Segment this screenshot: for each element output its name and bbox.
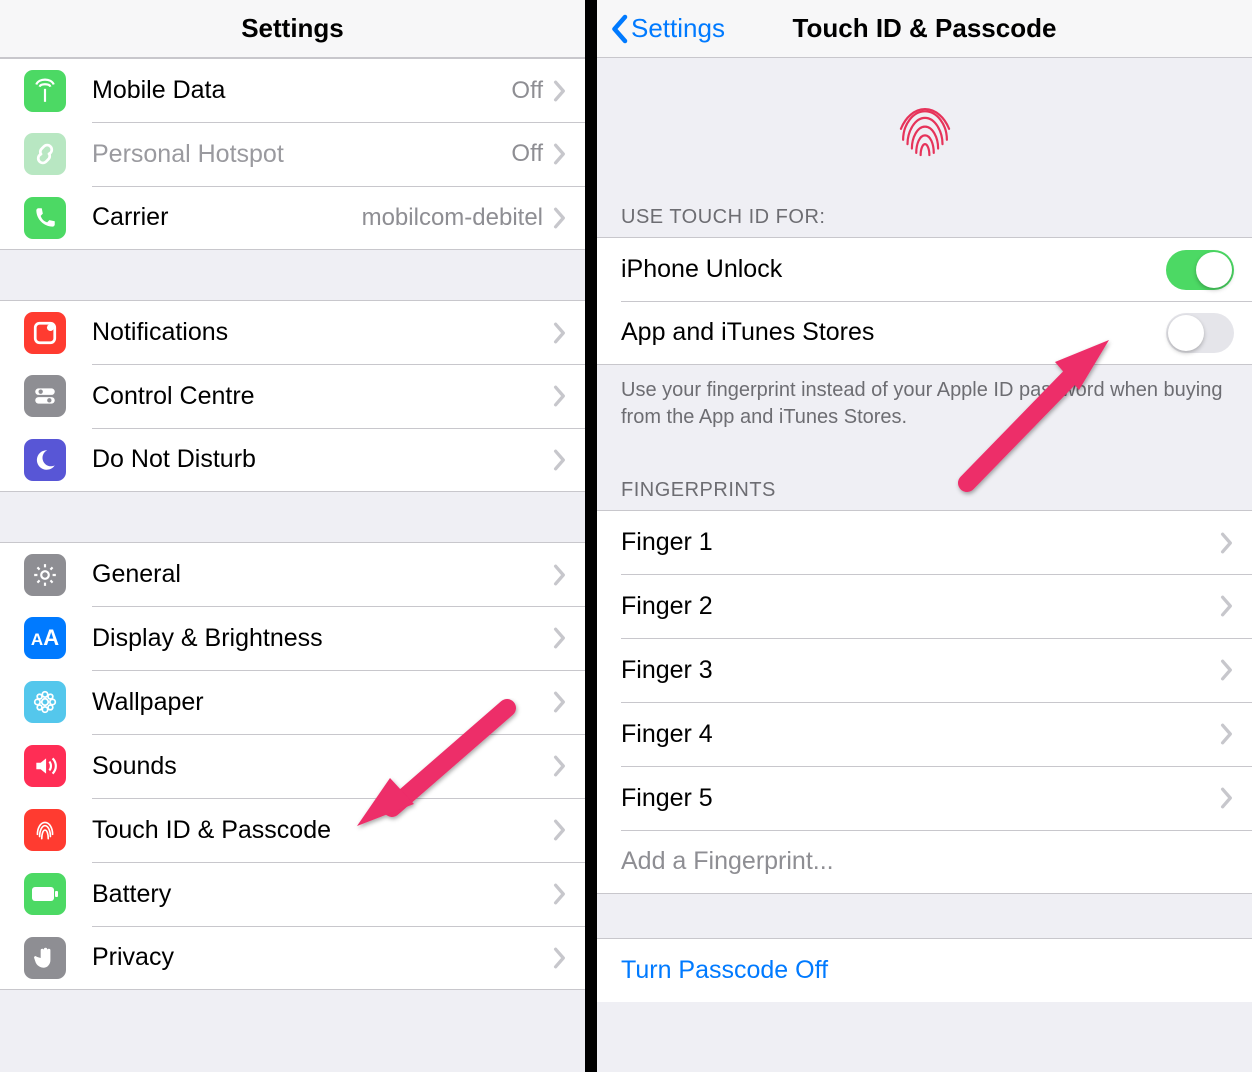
fingerprint-row-finger-2[interactable]: Finger 2 xyxy=(597,574,1252,638)
row-label: Finger 1 xyxy=(621,528,1220,557)
row-label: Do Not Disturb xyxy=(92,445,553,474)
chevron-left-icon xyxy=(609,14,629,44)
aa-icon: AA xyxy=(24,617,66,659)
moon-icon xyxy=(24,439,66,481)
row-label: Display & Brightness xyxy=(92,624,553,653)
row-label: Battery xyxy=(92,880,553,909)
settings-title: Settings xyxy=(241,13,344,44)
hand-icon xyxy=(24,937,66,979)
chain-icon xyxy=(24,133,66,175)
row-label: Mobile Data xyxy=(92,76,511,105)
chevron-right-icon xyxy=(553,443,567,477)
touchid-toggle-row-iphone-unlock: iPhone Unlock xyxy=(597,237,1252,301)
touchid-header: Settings Touch ID & Passcode xyxy=(597,0,1252,58)
add-fingerprint-label: Add a Fingerprint... xyxy=(621,847,1234,876)
fingerprint-row-finger-5[interactable]: Finger 5 xyxy=(597,766,1252,830)
back-label: Settings xyxy=(631,13,725,44)
touchid-panel: Settings Touch ID & Passcode USE TOUCH I… xyxy=(597,0,1252,1072)
chevron-right-icon xyxy=(1220,717,1234,751)
row-label: General xyxy=(92,560,553,589)
chevron-right-icon xyxy=(553,621,567,655)
settings-row-touchid[interactable]: Touch ID & Passcode xyxy=(0,798,585,862)
chevron-right-icon xyxy=(553,137,567,171)
chevron-right-icon xyxy=(553,877,567,911)
use-section-footer: Use your fingerprint instead of your App… xyxy=(597,365,1252,451)
fingerprint-row-finger-4[interactable]: Finger 4 xyxy=(597,702,1252,766)
fingerprint-row-finger-3[interactable]: Finger 3 xyxy=(597,638,1252,702)
panel-divider xyxy=(585,0,597,1072)
row-value: mobilcom-debitel xyxy=(362,204,543,232)
touchid-title: Touch ID & Passcode xyxy=(793,13,1057,44)
battery-icon xyxy=(24,873,66,915)
chevron-right-icon xyxy=(553,558,567,592)
chevron-right-icon xyxy=(553,813,567,847)
gear-icon xyxy=(24,554,66,596)
fingerprint-row-finger-1[interactable]: Finger 1 xyxy=(597,510,1252,574)
settings-row-personal-hotspot[interactable]: Personal HotspotOff xyxy=(0,122,585,186)
use-section: iPhone Unlock App and iTunes Stores xyxy=(597,237,1252,365)
row-label: Control Centre xyxy=(92,382,553,411)
row-value: Off xyxy=(511,140,543,168)
settings-row-notifications[interactable]: Notifications xyxy=(0,300,585,364)
touchid-scroll[interactable]: USE TOUCH ID FOR: iPhone Unlock App and i… xyxy=(597,58,1252,1072)
chevron-right-icon xyxy=(553,379,567,413)
settings-row-do-not-disturb[interactable]: Do Not Disturb xyxy=(0,428,585,492)
settings-row-control-centre[interactable]: Control Centre xyxy=(0,364,585,428)
row-label: Personal Hotspot xyxy=(92,140,511,169)
chevron-right-icon xyxy=(1220,589,1234,623)
row-value: Off xyxy=(511,77,543,105)
row-label: Notifications xyxy=(92,318,553,347)
chevron-right-icon xyxy=(553,749,567,783)
row-label: Finger 3 xyxy=(621,656,1220,685)
chevron-right-icon xyxy=(553,201,567,235)
settings-row-privacy[interactable]: Privacy xyxy=(0,926,585,990)
chevron-right-icon xyxy=(1220,653,1234,687)
row-label: Carrier xyxy=(92,203,362,232)
notif-icon xyxy=(24,312,66,354)
fingerprint-icon xyxy=(24,809,66,851)
row-label: Finger 5 xyxy=(621,784,1220,813)
toggle-iphone-unlock[interactable] xyxy=(1166,250,1234,290)
settings-row-wallpaper[interactable]: Wallpaper xyxy=(0,670,585,734)
settings-row-carrier[interactable]: Carriermobilcom-debitel xyxy=(0,186,585,250)
row-label: Privacy xyxy=(92,943,553,972)
row-label: Wallpaper xyxy=(92,688,553,717)
turn-passcode-off-row[interactable]: Turn Passcode Off xyxy=(597,938,1252,1002)
chevron-right-icon xyxy=(553,74,567,108)
phone-icon xyxy=(24,197,66,239)
chevron-right-icon xyxy=(553,941,567,975)
add-fingerprint-row[interactable]: Add a Fingerprint... xyxy=(597,830,1252,894)
fingerprints-section-label: FINGERPRINTS xyxy=(597,451,1252,510)
row-label: iPhone Unlock xyxy=(621,255,1166,284)
settings-row-mobile-data[interactable]: Mobile DataOff xyxy=(0,58,585,122)
chevron-right-icon xyxy=(1220,781,1234,815)
turn-passcode-off-label: Turn Passcode Off xyxy=(621,956,1234,985)
row-label: App and iTunes Stores xyxy=(621,318,1166,347)
settings-row-display[interactable]: AA Display & Brightness xyxy=(0,606,585,670)
settings-list[interactable]: Mobile DataOffPersonal HotspotOffCarrier… xyxy=(0,58,585,1072)
chevron-right-icon xyxy=(553,316,567,350)
row-label: Finger 4 xyxy=(621,720,1220,749)
settings-row-sounds[interactable]: Sounds xyxy=(0,734,585,798)
antenna-icon xyxy=(24,70,66,112)
row-label: Touch ID & Passcode xyxy=(92,816,553,845)
chevron-right-icon xyxy=(1220,526,1234,560)
toggle-app-itunes[interactable] xyxy=(1166,313,1234,353)
row-label: Finger 2 xyxy=(621,592,1220,621)
switches-icon xyxy=(24,375,66,417)
touchid-toggle-row-app-itunes: App and iTunes Stores xyxy=(597,301,1252,365)
settings-panel: Settings Mobile DataOffPersonal HotspotO… xyxy=(0,0,585,1072)
back-button[interactable]: Settings xyxy=(609,13,725,44)
fingerprint-hero xyxy=(597,58,1252,188)
chevron-right-icon xyxy=(553,685,567,719)
row-label: Sounds xyxy=(92,752,553,781)
speaker-icon xyxy=(24,745,66,787)
fingerprint-icon xyxy=(890,96,960,166)
fingerprints-section: Finger 1 Finger 2 Finger 3 Finger 4 Finger 5… xyxy=(597,510,1252,894)
use-section-label: USE TOUCH ID FOR: xyxy=(597,188,1252,237)
settings-header: Settings xyxy=(0,0,585,58)
settings-row-battery[interactable]: Battery xyxy=(0,862,585,926)
flower-icon xyxy=(24,681,66,723)
settings-row-general[interactable]: General xyxy=(0,542,585,606)
